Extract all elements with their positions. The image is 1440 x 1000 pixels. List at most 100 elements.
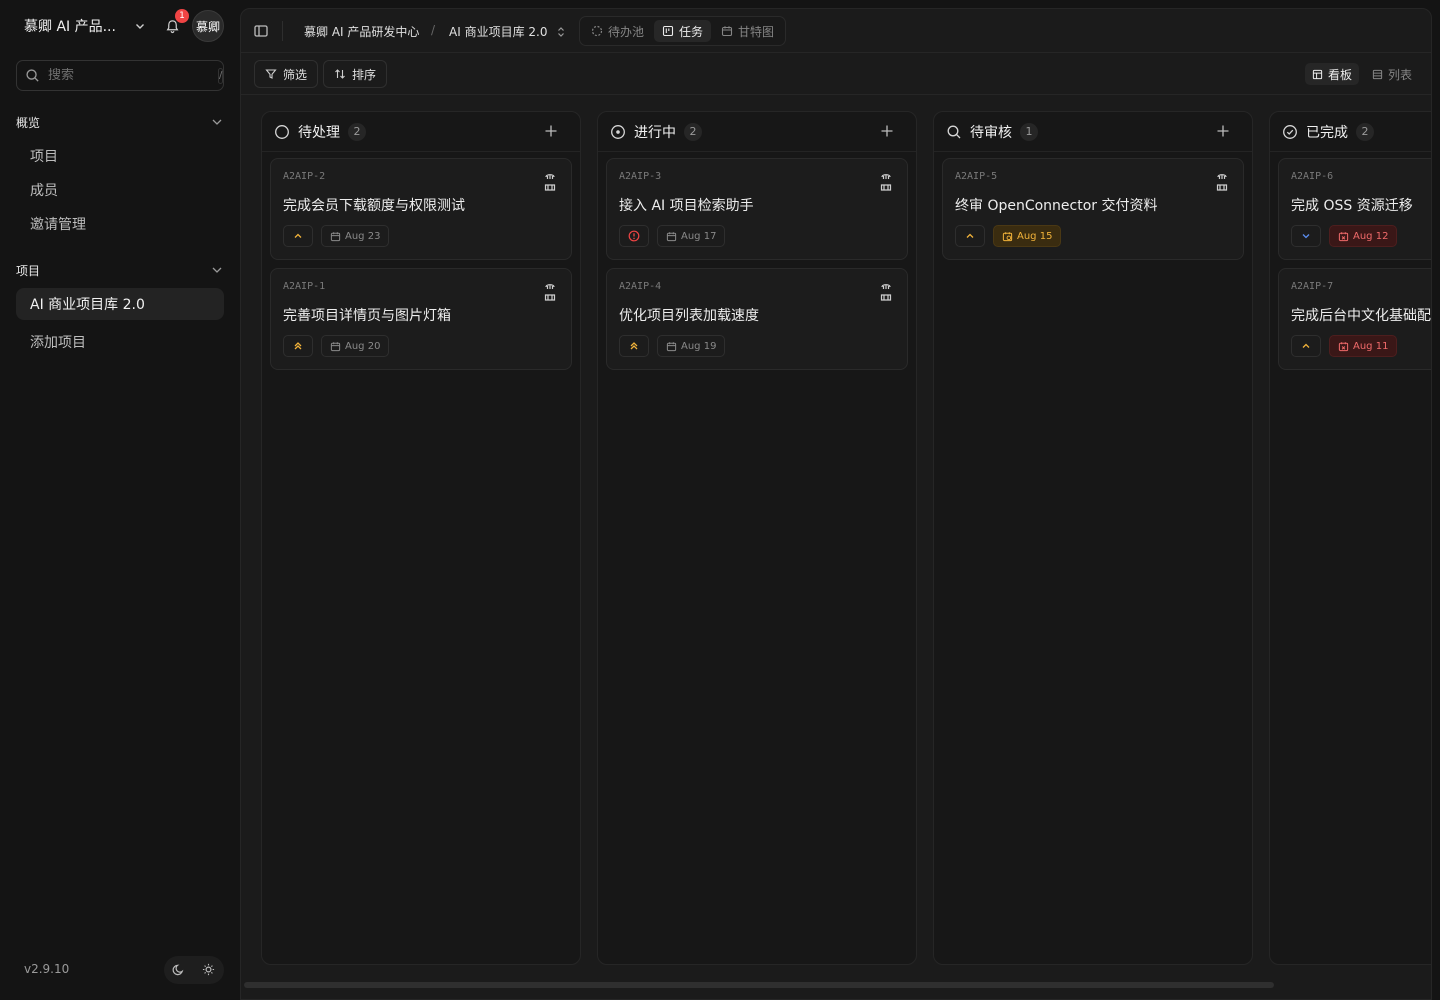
column-header: 进行中 2 bbox=[598, 112, 916, 152]
tab-gantt[interactable]: 甘特图 bbox=[713, 20, 782, 42]
workspace-switcher[interactable]: 慕卿 AI 产品... 1 慕卿 bbox=[16, 9, 224, 42]
calendar-clock-icon bbox=[1002, 231, 1013, 242]
sun-icon[interactable] bbox=[202, 963, 216, 977]
chevron-up-down-icon bbox=[555, 26, 567, 38]
column-title: 待审核 bbox=[970, 124, 1012, 141]
plus-icon[interactable] bbox=[880, 124, 896, 140]
sort-icon bbox=[334, 68, 346, 80]
section-overview[interactable]: 概览 bbox=[16, 110, 224, 134]
breadcrumb-project[interactable]: AI 商业项目库 2.0 bbox=[449, 23, 567, 40]
chevron-down-icon bbox=[1300, 230, 1312, 242]
calendar-x-icon bbox=[1338, 341, 1349, 352]
due-date[interactable]: Aug 23 bbox=[321, 225, 390, 247]
section-projects[interactable]: 项目 bbox=[16, 258, 224, 282]
breadcrumb-project-label: AI 商业项目库 2.0 bbox=[449, 25, 548, 39]
column-title: 已完成 bbox=[1306, 124, 1348, 141]
task-key: A2AIP-6 bbox=[1291, 171, 1334, 182]
calendar-icon bbox=[666, 231, 677, 242]
tab-backlog[interactable]: 待办池 bbox=[583, 20, 652, 42]
chevron-up-icon bbox=[964, 230, 976, 242]
task-card[interactable]: A2AIP-3 接入 AI 项目检索助手 Aug 17 bbox=[606, 158, 908, 260]
avatar[interactable]: 慕卿 bbox=[192, 10, 224, 42]
agent-icon bbox=[543, 281, 557, 303]
filter-button[interactable]: 筛选 bbox=[254, 60, 319, 88]
column-done: 已完成 2 A2AIP-6 完成 OSS 资源迁移 Aug 12 A2AIP-7… bbox=[1269, 111, 1432, 965]
breadcrumb-org[interactable]: 慕卿 AI 产品研发中心 bbox=[304, 23, 419, 40]
breadcrumb-separator: / bbox=[431, 23, 436, 37]
sidebar-item-projects[interactable]: 项目 bbox=[16, 140, 224, 172]
priority-medium[interactable] bbox=[1291, 335, 1321, 357]
column-count: 2 bbox=[348, 122, 366, 141]
list-icon bbox=[1372, 69, 1383, 80]
section-overview-title: 概览 bbox=[16, 115, 41, 130]
chevron-down-icon bbox=[210, 115, 224, 129]
add-project-button[interactable]: 添加项目 bbox=[16, 326, 224, 358]
task-card[interactable]: A2AIP-6 完成 OSS 资源迁移 Aug 12 bbox=[1278, 158, 1431, 260]
sidebar-item-invites[interactable]: 邀请管理 bbox=[16, 208, 224, 240]
due-date[interactable]: Aug 12 bbox=[1329, 225, 1398, 247]
search-box[interactable]: / bbox=[16, 60, 224, 91]
sidebar-toggle-icon[interactable] bbox=[253, 23, 269, 39]
plus-icon[interactable] bbox=[1216, 124, 1232, 140]
priority-medium[interactable] bbox=[955, 225, 985, 247]
moon-icon[interactable] bbox=[172, 963, 186, 977]
search-shortcut: / bbox=[218, 67, 224, 84]
board-view-button[interactable]: 看板 bbox=[1305, 63, 1360, 85]
task-key: A2AIP-3 bbox=[619, 171, 662, 182]
due-date[interactable]: Aug 11 bbox=[1329, 335, 1398, 357]
agent-icon bbox=[1215, 171, 1229, 193]
column-title: 待处理 bbox=[298, 124, 340, 141]
task-key: A2AIP-4 bbox=[619, 281, 662, 292]
priority-urgent[interactable] bbox=[619, 225, 649, 247]
section-projects-title: 项目 bbox=[16, 263, 41, 278]
task-card[interactable]: A2AIP-1 完善项目详情页与图片灯箱 Aug 20 bbox=[270, 268, 572, 370]
due-date[interactable]: Aug 15 bbox=[993, 225, 1062, 247]
priority-high[interactable] bbox=[619, 335, 649, 357]
theme-toggle[interactable] bbox=[164, 956, 224, 984]
column-count: 2 bbox=[1356, 122, 1374, 141]
search-input[interactable] bbox=[48, 68, 218, 83]
task-title: 完善项目详情页与图片灯箱 bbox=[283, 308, 451, 324]
priority-high[interactable] bbox=[283, 335, 313, 357]
sidebar-item-members[interactable]: 成员 bbox=[16, 174, 224, 206]
column-header: 待处理 2 bbox=[262, 112, 580, 152]
task-card[interactable]: A2AIP-2 完成会员下载额度与权限测试 Aug 23 bbox=[270, 158, 572, 260]
task-title: 接入 AI 项目检索助手 bbox=[619, 198, 754, 214]
divider bbox=[282, 21, 283, 41]
column-in-review: 待审核 1 A2AIP-5 终审 OpenConnector 交付资料 Aug … bbox=[933, 111, 1253, 965]
due-date[interactable]: Aug 20 bbox=[321, 335, 390, 357]
sort-button[interactable]: 排序 bbox=[323, 60, 388, 88]
due-date[interactable]: Aug 19 bbox=[657, 335, 726, 357]
task-card[interactable]: A2AIP-4 优化项目列表加载速度 Aug 19 bbox=[606, 268, 908, 370]
app-version: v2.9.10 bbox=[24, 962, 70, 976]
topbar: 慕卿 AI 产品研发中心 / AI 商业项目库 2.0 待办池 任务 甘特图 bbox=[241, 9, 1431, 53]
calendar-icon bbox=[666, 341, 677, 352]
horizontal-scrollbar[interactable] bbox=[244, 982, 1274, 988]
plus-icon[interactable] bbox=[544, 124, 560, 140]
agent-icon bbox=[879, 281, 893, 303]
priority-medium[interactable] bbox=[283, 225, 313, 247]
task-key: A2AIP-1 bbox=[283, 281, 326, 292]
search-icon bbox=[946, 124, 962, 140]
filter-icon bbox=[265, 68, 277, 80]
task-card[interactable]: A2AIP-7 完成后台中文化基础配置 Aug 11 bbox=[1278, 268, 1432, 370]
calendar-icon bbox=[330, 231, 341, 242]
column-in-progress: 进行中 2 A2AIP-3 接入 AI 项目检索助手 Aug 17 A2AIP-… bbox=[597, 111, 917, 965]
sidebar-item-ai-project-library[interactable]: AI 商业项目库 2.0 bbox=[16, 288, 224, 320]
chevron-up-icon bbox=[292, 230, 304, 242]
priority-low[interactable] bbox=[1291, 225, 1321, 247]
task-key: A2AIP-5 bbox=[955, 171, 998, 182]
task-key: A2AIP-2 bbox=[283, 171, 326, 182]
task-title: 优化项目列表加载速度 bbox=[619, 308, 759, 324]
due-date[interactable]: Aug 17 bbox=[657, 225, 726, 247]
task-title: 完成会员下载额度与权限测试 bbox=[283, 198, 465, 214]
column-header: 已完成 2 bbox=[1270, 112, 1431, 152]
tab-tasks[interactable]: 任务 bbox=[654, 20, 712, 42]
circle-dot-icon bbox=[610, 124, 626, 140]
list-view-button[interactable]: 列表 bbox=[1365, 63, 1419, 85]
task-card[interactable]: A2AIP-5 终审 OpenConnector 交付资料 Aug 15 bbox=[942, 158, 1244, 260]
dashed-circle-icon bbox=[591, 25, 603, 37]
task-title: 完成后台中文化基础配置 bbox=[1291, 308, 1432, 324]
notification-badge: 1 bbox=[175, 9, 189, 23]
calendar-x-icon bbox=[1338, 231, 1349, 242]
